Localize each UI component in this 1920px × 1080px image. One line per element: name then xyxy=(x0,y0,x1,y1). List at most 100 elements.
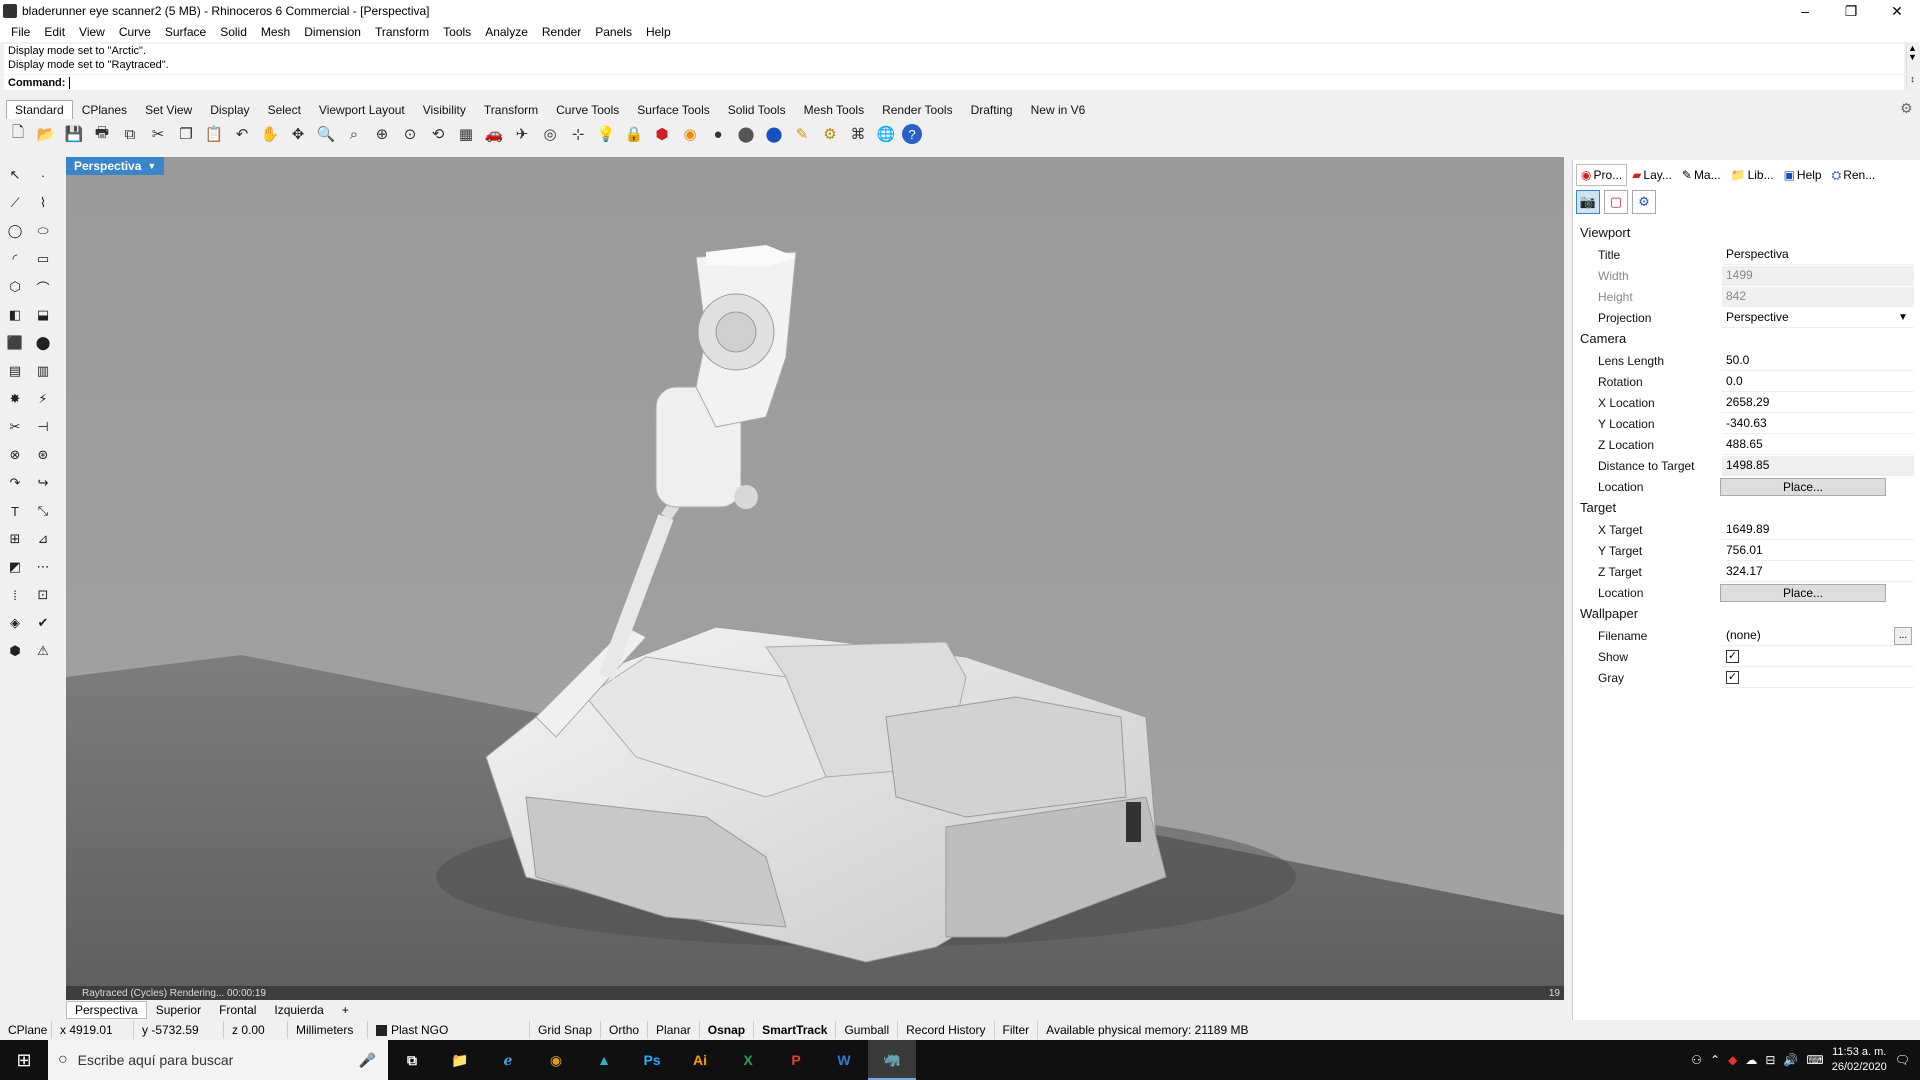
x-location-field[interactable]: 2658.29 xyxy=(1722,393,1914,413)
import-icon[interactable]: ⧉ xyxy=(118,122,142,146)
task-view-icon[interactable]: ⧉ xyxy=(388,1040,436,1080)
material-icon[interactable]: ⬢ xyxy=(650,122,674,146)
search-input[interactable]: Escribe aquí para buscar xyxy=(78,1052,234,1068)
clock[interactable]: 11:53 a. m. 26/02/2020 xyxy=(1832,1045,1887,1075)
word-icon[interactable]: W xyxy=(820,1040,868,1080)
add-viewport-tab-button[interactable]: + xyxy=(333,1001,358,1019)
tab-solid-tools[interactable]: Solid Tools xyxy=(719,100,795,119)
options-icon[interactable]: ⌘ xyxy=(846,122,870,146)
display-icon[interactable]: ⚙ xyxy=(1632,190,1656,214)
tab-new-in-v6[interactable]: New in V6 xyxy=(1022,100,1095,119)
array-icon[interactable]: ⊞ xyxy=(4,528,26,550)
warning-icon[interactable]: ⚠ xyxy=(32,640,54,662)
windows-start-icon[interactable]: ⊞ xyxy=(0,1040,48,1080)
split-icon[interactable]: ⊣ xyxy=(32,416,54,438)
lock-icon[interactable]: 🔒 xyxy=(622,122,646,146)
block-icon[interactable]: ⊡ xyxy=(32,584,54,606)
file-explorer-icon[interactable]: 📁 xyxy=(436,1040,484,1080)
tab-rendering[interactable]: ⛭ Ren... xyxy=(1827,164,1881,186)
taskbar-search[interactable]: ○ Escribe aquí para buscar 🎤 xyxy=(48,1040,388,1080)
tab-display[interactable]: Display xyxy=(201,100,258,119)
y-location-field[interactable]: -340.63 xyxy=(1722,414,1914,434)
restore-button[interactable]: ❐ xyxy=(1828,0,1874,22)
current-layer[interactable]: Plast NGO xyxy=(368,1021,530,1039)
toggle-smarttrack[interactable]: SmartTrack xyxy=(754,1021,837,1039)
trim-icon[interactable]: ✂ xyxy=(4,416,26,438)
maya-icon[interactable]: ▲ xyxy=(580,1040,628,1080)
light-icon[interactable]: 💡 xyxy=(594,122,618,146)
notifications-icon[interactable]: 🗨 xyxy=(1895,1053,1910,1067)
highlight-icon[interactable]: ✎ xyxy=(790,122,814,146)
menu-view[interactable]: View xyxy=(72,25,112,39)
group-icon[interactable]: ⊛ xyxy=(32,444,54,466)
tab-libraries[interactable]: 📁 Lib... xyxy=(1726,164,1779,186)
viewport-icon[interactable]: ▢ xyxy=(1604,190,1628,214)
lens-length-field[interactable]: 50.0 xyxy=(1722,351,1914,371)
options-gear-icon[interactable]: ⚙ xyxy=(1900,100,1913,117)
chevron-down-icon[interactable]: ▼ xyxy=(147,161,156,171)
menu-mesh[interactable]: Mesh xyxy=(254,25,297,39)
boolean-icon[interactable]: ⬤ xyxy=(32,332,54,354)
point-icon[interactable]: · xyxy=(32,164,54,186)
title-field[interactable]: Perspectiva xyxy=(1722,245,1914,265)
onedrive-icon[interactable]: ☁ xyxy=(1745,1053,1757,1067)
fillet-icon[interactable]: ⌒ xyxy=(32,276,54,298)
explode-icon[interactable]: ✸ xyxy=(4,388,26,410)
open-icon[interactable]: 📂 xyxy=(34,122,58,146)
menu-transform[interactable]: Transform xyxy=(368,25,436,39)
menu-help[interactable]: Help xyxy=(639,25,678,39)
help-icon[interactable]: ? xyxy=(902,124,922,144)
tab-drafting[interactable]: Drafting xyxy=(962,100,1022,119)
zoom-selected-icon[interactable]: ⊙ xyxy=(398,122,422,146)
tab-viewport-layout[interactable]: Viewport Layout xyxy=(310,100,414,119)
surface-icon[interactable]: ◧ xyxy=(4,304,26,326)
menu-panels[interactable]: Panels xyxy=(588,25,639,39)
zoom-extents-icon[interactable]: ⊕ xyxy=(370,122,394,146)
polygon-icon[interactable]: ⬡ xyxy=(4,276,26,298)
render-tool-icon[interactable]: ⬢ xyxy=(4,640,26,662)
tab-cplanes[interactable]: CPlanes xyxy=(73,100,136,119)
dimension-icon[interactable]: ⊿ xyxy=(32,528,54,550)
show-checkbox[interactable]: ✓ xyxy=(1726,649,1739,663)
scale-icon[interactable]: ⤡ xyxy=(32,500,54,522)
color-wheel-icon[interactable]: ◉ xyxy=(678,122,702,146)
extrude-icon[interactable]: ⬓ xyxy=(32,304,54,326)
photoshop-icon[interactable]: Ps xyxy=(628,1040,676,1080)
tab-perspectiva[interactable]: Perspectiva xyxy=(66,1001,147,1019)
snap-icon[interactable]: ⊹ xyxy=(566,122,590,146)
grid-array-icon[interactable]: ⁞ xyxy=(4,584,26,606)
y-target-field[interactable]: 756.01 xyxy=(1722,541,1914,561)
menu-analyze[interactable]: Analyze xyxy=(478,25,535,39)
cplane-label[interactable]: CPlane xyxy=(0,1021,52,1039)
polyline-icon[interactable]: ⟋ xyxy=(4,192,26,214)
toggle-grid-snap[interactable]: Grid Snap xyxy=(530,1021,602,1039)
box-icon[interactable]: ⬛ xyxy=(4,332,26,354)
ellipse-icon[interactable]: ⬭ xyxy=(32,220,54,242)
print-icon[interactable]: 🖶 xyxy=(90,122,114,146)
tab-help[interactable]: ▣ Help xyxy=(1779,164,1827,186)
tab-frontal[interactable]: Frontal xyxy=(210,1001,265,1019)
rotate-view-icon[interactable]: ⟲ xyxy=(426,122,450,146)
cut-icon[interactable]: ✂ xyxy=(146,122,170,146)
menu-edit[interactable]: Edit xyxy=(37,25,72,39)
new-icon[interactable]: 🗋 xyxy=(6,122,30,146)
powerpoint-icon[interactable]: P xyxy=(772,1040,820,1080)
toggle-gumball[interactable]: Gumball xyxy=(836,1021,899,1039)
globe-icon[interactable]: 🌐 xyxy=(874,122,898,146)
undo-icon[interactable]: ↶ xyxy=(230,122,254,146)
move-icon[interactable]: ↷ xyxy=(4,472,26,494)
menu-surface[interactable]: Surface xyxy=(158,25,213,39)
camera-icon[interactable]: 📷 xyxy=(1576,190,1600,214)
target-place-button[interactable]: Place... xyxy=(1720,583,1886,602)
tab-standard[interactable]: Standard xyxy=(6,100,73,119)
toggle-record-history[interactable]: Record History xyxy=(898,1021,995,1039)
tab-curve-tools[interactable]: Curve Tools xyxy=(547,100,628,119)
people-icon[interactable]: ⚇ xyxy=(1691,1053,1702,1067)
rotation-field[interactable]: 0.0 xyxy=(1722,372,1914,392)
menu-solid[interactable]: Solid xyxy=(213,25,254,39)
layer-tool-icon[interactable]: ◈ xyxy=(4,612,26,634)
toggle-planar[interactable]: Planar xyxy=(648,1021,700,1039)
shade-icon[interactable]: ● xyxy=(706,122,730,146)
tab-layers[interactable]: ▰ Lay... xyxy=(1627,164,1677,186)
z-target-field[interactable]: 324.17 xyxy=(1722,562,1914,582)
